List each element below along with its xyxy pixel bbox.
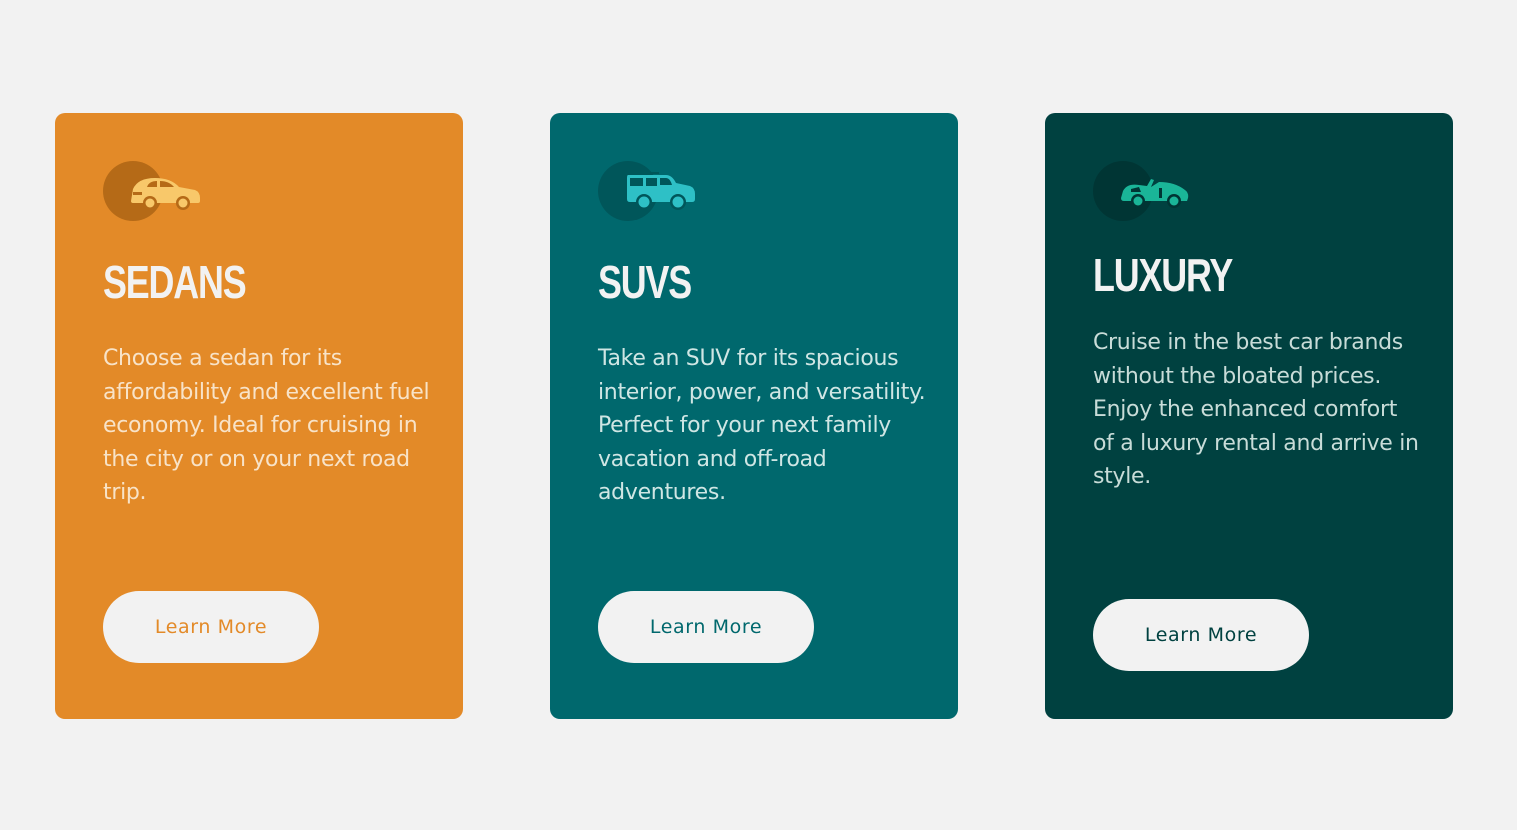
sedan-car-icon [103,161,203,221]
learn-more-button[interactable]: Learn More [1093,599,1309,671]
card-description: Take an SUV for its spacious interior, p… [598,346,926,505]
card-title: SUVS [598,256,692,308]
card-description: Choose a sedan for its affordability and… [103,346,430,505]
card-title: LUXURY [1093,249,1233,301]
card-sedans: SEDANS Choose a sedan for its affordabil… [55,113,463,719]
card-luxury: LUXURY Cruise in the best car brands wit… [1045,113,1453,719]
card-title: SEDANS [103,256,247,308]
card-description: Cruise in the best car brands without th… [1093,330,1419,489]
learn-more-button[interactable]: Learn More [103,591,319,663]
learn-more-button[interactable]: Learn More [598,591,814,663]
convertible-car-icon [1093,161,1193,221]
card-suvs: SUVS Take an SUV for its spacious interi… [550,113,958,719]
suv-car-icon [598,161,698,221]
